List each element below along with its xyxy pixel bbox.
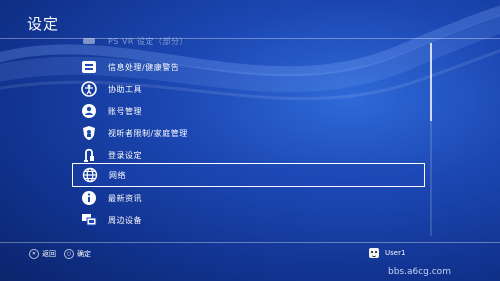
menu-item-label: 账号管理 bbox=[108, 106, 142, 116]
accessibility-icon bbox=[80, 80, 98, 98]
menu-item-label: 周边设备 bbox=[108, 215, 142, 225]
menu-item-label: 信息处理/健康警告 bbox=[108, 62, 180, 72]
user-avatar-icon bbox=[369, 248, 379, 258]
circle-button-icon: ○ bbox=[64, 249, 74, 259]
page-title: 设定 bbox=[27, 15, 60, 33]
menu-item-label: 最新资讯 bbox=[108, 193, 142, 203]
cross-button-icon: ✕ bbox=[29, 249, 39, 259]
menu-item-label: PS VR 设定（部分） bbox=[108, 37, 189, 46]
menu-item-vr[interactable]: PS VR 设定（部分） bbox=[72, 37, 425, 52]
menu-item-peripherals[interactable]: 周边设备 bbox=[72, 209, 425, 231]
menu-item-news[interactable]: 最新资讯 bbox=[72, 187, 425, 209]
info-icon bbox=[80, 189, 98, 207]
settings-menu: PS VR 设定（部分） 信息处理/健康警告 协助工具 账号管理 视听者限制/家… bbox=[72, 37, 427, 242]
peripherals-icon bbox=[80, 211, 98, 229]
watermark: bbs.a6cg.com bbox=[388, 267, 451, 277]
network-globe-icon bbox=[81, 166, 99, 184]
account-icon bbox=[80, 102, 98, 120]
menu-item-accessibility[interactable]: 协助工具 bbox=[72, 78, 425, 100]
vr-icon bbox=[80, 37, 98, 50]
menu-item-label: 网络 bbox=[109, 170, 126, 180]
login-icon bbox=[80, 146, 98, 164]
menu-item-label: 视听者限制/家庭管理 bbox=[108, 128, 188, 138]
scrollbar-thumb[interactable] bbox=[430, 43, 432, 121]
footer-divider bbox=[0, 242, 500, 243]
confirm-label: 确定 bbox=[77, 250, 91, 258]
confirm-button[interactable]: ○ 确定 bbox=[64, 249, 91, 259]
menu-item-label: 协助工具 bbox=[108, 84, 142, 94]
user-indicator: User1 bbox=[369, 248, 405, 258]
menu-item-account[interactable]: 账号管理 bbox=[72, 100, 425, 122]
back-label: 返回 bbox=[42, 250, 56, 258]
back-button[interactable]: ✕ 返回 bbox=[29, 249, 56, 259]
menu-item-network[interactable]: 网络 bbox=[72, 163, 425, 187]
parental-control-icon bbox=[80, 124, 98, 142]
menu-item-info-warning[interactable]: 信息处理/健康警告 bbox=[72, 56, 425, 78]
menu-item-label: 登录设定 bbox=[108, 150, 142, 160]
info-warning-icon bbox=[80, 58, 98, 76]
user-name: User1 bbox=[385, 249, 406, 257]
menu-item-parental[interactable]: 视听者限制/家庭管理 bbox=[72, 122, 425, 144]
